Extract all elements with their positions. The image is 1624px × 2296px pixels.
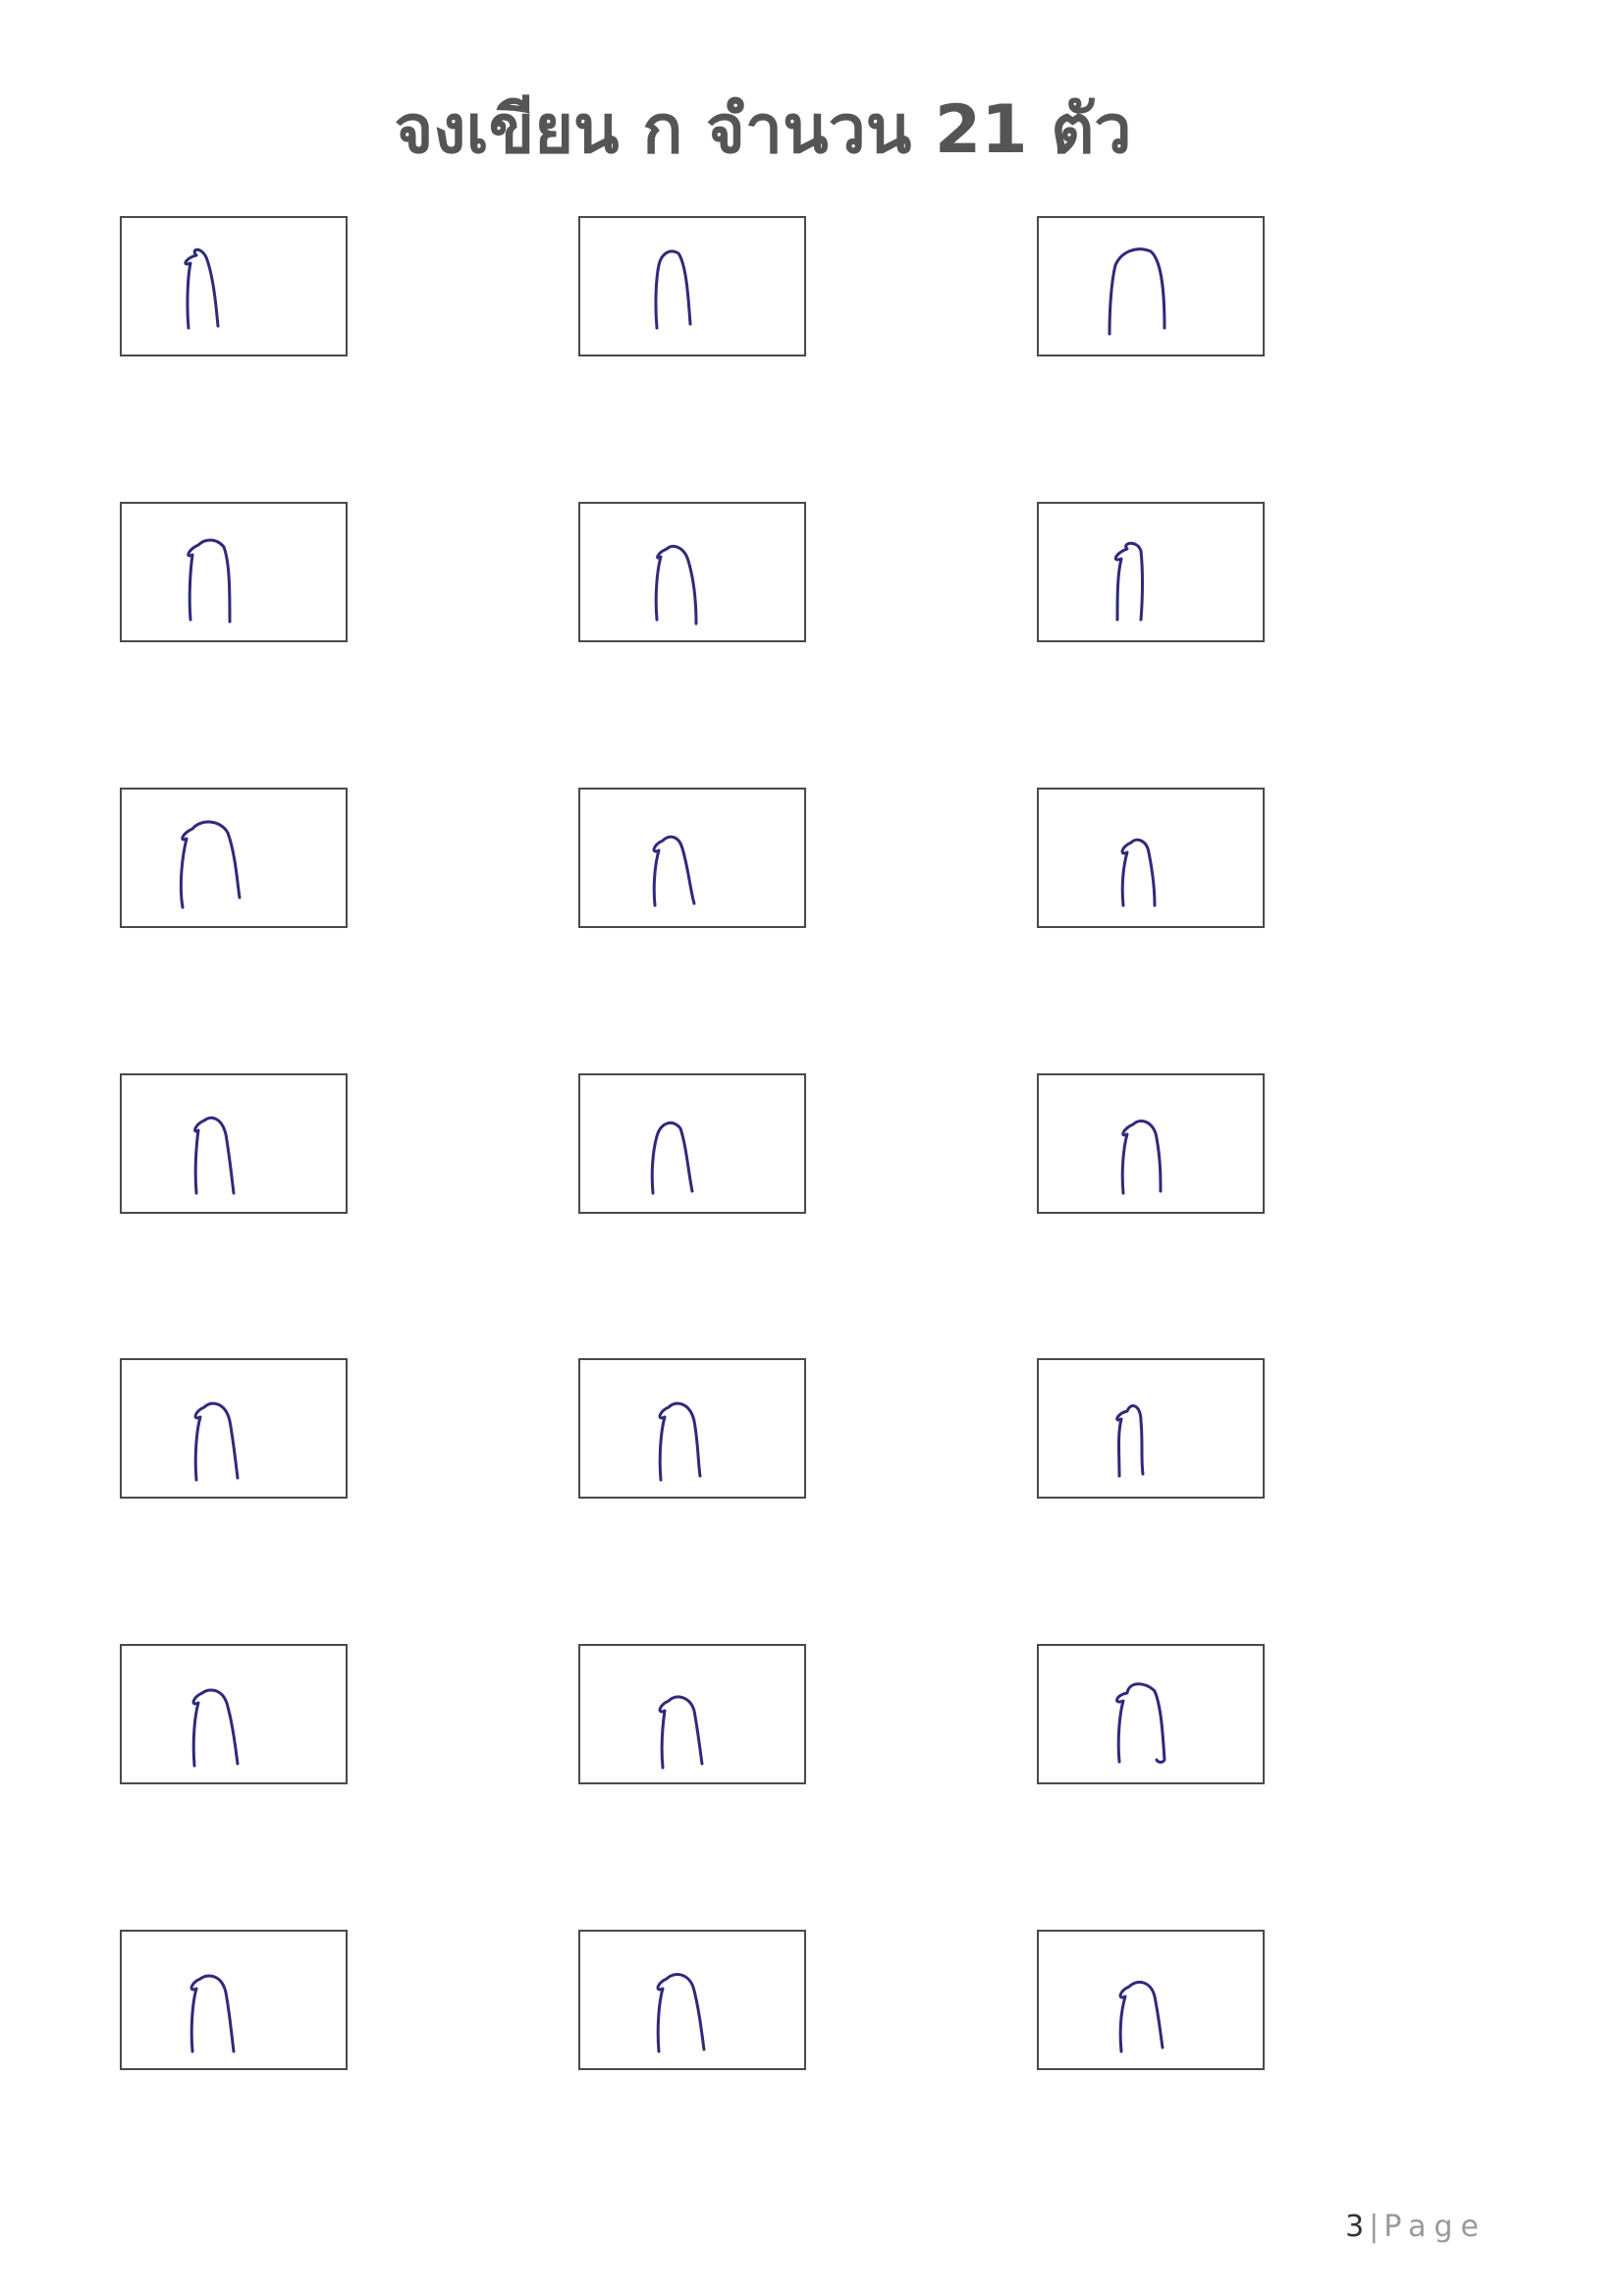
handwritten-ko-kai — [193, 1116, 236, 1195]
handwriting-stroke — [1118, 1980, 1164, 2053]
handwritten-ko-kai — [656, 1973, 706, 2053]
handwritten-ko-kai — [184, 247, 220, 330]
page-label: Page — [1383, 2210, 1487, 2244]
handwritten-ko-kai — [654, 249, 692, 330]
writing-box — [1037, 788, 1265, 928]
handwritten-ko-kai — [1120, 838, 1157, 907]
handwritten-ko-kai — [1120, 1120, 1163, 1195]
writing-box — [120, 216, 348, 356]
handwriting-stroke — [184, 247, 220, 330]
handwritten-ko-kai — [1113, 541, 1144, 622]
writing-box — [1037, 1930, 1265, 2070]
handwritten-ko-kai — [1118, 1980, 1164, 2053]
writing-box-grid — [0, 0, 1624, 2296]
writing-box — [120, 1644, 348, 1784]
handwriting-stroke — [1120, 838, 1157, 907]
handwritten-ko-kai — [1115, 1404, 1145, 1478]
writing-box — [578, 216, 806, 356]
writing-box — [120, 1930, 348, 2070]
handwriting-stroke — [658, 1401, 702, 1482]
handwriting-stroke — [191, 1688, 240, 1768]
writing-box — [1037, 1644, 1265, 1784]
handwriting-stroke — [1120, 1120, 1163, 1195]
handwritten-ko-kai — [189, 1974, 236, 2053]
writing-box — [578, 1930, 806, 2070]
writing-box — [1037, 502, 1265, 642]
handwriting-stroke — [193, 1116, 236, 1195]
writing-box — [1037, 216, 1265, 356]
handwritten-ko-kai — [650, 1121, 694, 1195]
footer-separator: | — [1369, 2210, 1380, 2244]
writing-box — [120, 502, 348, 642]
handwritten-ko-kai — [654, 544, 698, 626]
writing-box — [120, 788, 348, 928]
handwriting-stroke — [1115, 1682, 1166, 1764]
worksheet-page: จงเขียน ก จำนวน 21 ตัว 3 | Page — [0, 0, 1624, 2296]
writing-box — [1037, 1073, 1265, 1214]
writing-box — [578, 1644, 806, 1784]
writing-box — [578, 1358, 806, 1499]
handwritten-ko-kai — [193, 1401, 240, 1482]
handwritten-ko-kai — [658, 1401, 702, 1482]
handwriting-stroke — [650, 1121, 694, 1195]
handwriting-stroke — [193, 1401, 240, 1482]
writing-box — [578, 502, 806, 642]
handwriting-stroke — [652, 835, 696, 907]
writing-box — [1037, 1358, 1265, 1499]
handwriting-stroke — [654, 249, 692, 330]
handwriting-stroke — [656, 1973, 706, 2053]
handwriting-stroke — [1108, 247, 1166, 336]
handwritten-ko-kai — [1115, 1682, 1166, 1764]
handwriting-stroke — [1115, 1404, 1145, 1478]
handwritten-ko-kai — [179, 820, 242, 909]
handwriting-stroke — [187, 538, 232, 624]
writing-box — [120, 1073, 348, 1214]
handwriting-stroke — [189, 1974, 236, 2053]
handwriting-stroke — [654, 544, 698, 626]
handwritten-ko-kai — [1108, 247, 1166, 336]
page-number: 3 — [1345, 2210, 1366, 2244]
writing-box — [578, 1073, 806, 1214]
handwriting-stroke — [1113, 541, 1144, 622]
handwriting-stroke — [179, 820, 242, 909]
page-footer: 3 | Page — [1345, 2210, 1487, 2244]
handwritten-ko-kai — [652, 835, 696, 907]
handwriting-stroke — [658, 1695, 704, 1770]
writing-box — [578, 788, 806, 928]
handwritten-ko-kai — [191, 1688, 240, 1768]
handwritten-ko-kai — [187, 538, 232, 624]
writing-box — [120, 1358, 348, 1499]
handwritten-ko-kai — [658, 1695, 704, 1770]
